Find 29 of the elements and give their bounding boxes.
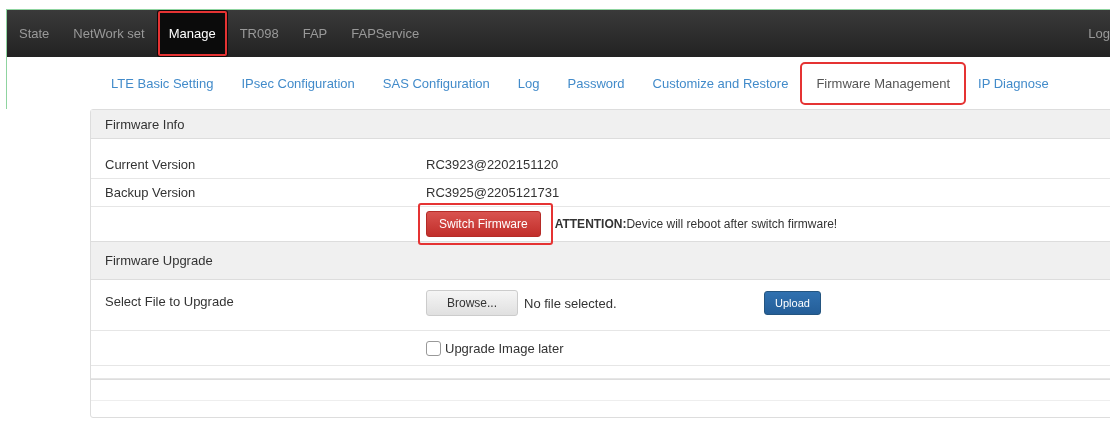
file-status: No file selected. bbox=[524, 295, 618, 311]
switch-firmware-button[interactable]: Switch Firmware bbox=[426, 211, 541, 237]
panel-heading: Firmware Upgrade bbox=[91, 241, 1110, 280]
field-label: Backup Version bbox=[104, 185, 197, 200]
tab[interactable]: SAS Configuration bbox=[368, 67, 504, 99]
attention-message: ATTENTION:Device will reboot after switch firmware! bbox=[554, 217, 838, 231]
checkbox-option[interactable]: Upgrade Image later bbox=[414, 340, 564, 356]
tab[interactable]: Password bbox=[553, 67, 639, 99]
checkbox[interactable] bbox=[426, 340, 441, 356]
tab[interactable]: Customize and Restore bbox=[638, 67, 803, 99]
nav-link[interactable]: TR098 bbox=[227, 10, 291, 57]
tab[interactable]: Firmware Management bbox=[802, 63, 965, 103]
field-label: Current Version bbox=[104, 157, 197, 172]
nav-link[interactable]: State bbox=[7, 10, 62, 57]
field-value: RC3923@2202151120 bbox=[425, 157, 559, 172]
nav-link[interactable]: FAP bbox=[290, 10, 340, 57]
tab[interactable]: Log bbox=[503, 67, 554, 99]
tab[interactable]: IPsec Configuration bbox=[227, 67, 369, 99]
upload-button[interactable]: Upload bbox=[764, 291, 821, 315]
nav-link[interactable]: FAPService bbox=[339, 10, 432, 57]
tab[interactable]: LTE Basic Setting bbox=[97, 67, 228, 99]
field-value: RC3925@2205121731 bbox=[425, 185, 560, 200]
nav-link[interactable]: Manage bbox=[156, 10, 228, 57]
nav-link[interactable]: NetWork set bbox=[61, 10, 157, 57]
nav-link[interactable]: Log bbox=[1076, 10, 1110, 57]
field-label: Select File to Upgrade bbox=[104, 293, 235, 309]
panel-heading: Firmware Info bbox=[91, 110, 1110, 139]
browse-button[interactable]: Browse... bbox=[426, 290, 518, 316]
tab[interactable]: IP Diagnose bbox=[964, 67, 1063, 99]
